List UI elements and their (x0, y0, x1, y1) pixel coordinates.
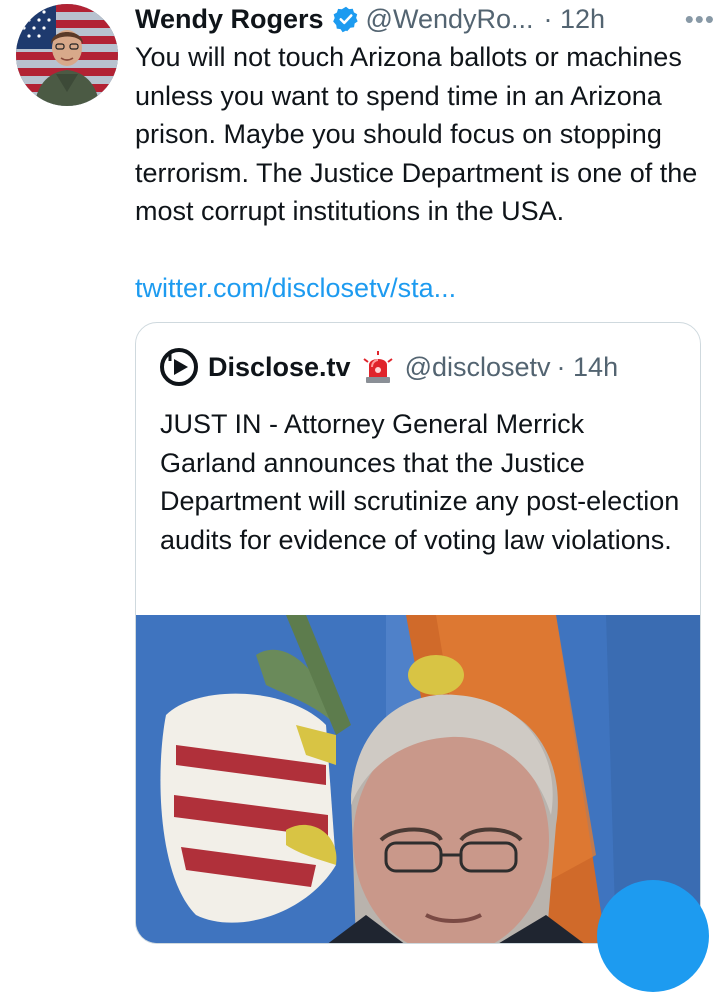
author-avatar[interactable] (16, 4, 118, 106)
disclose-logo-icon (160, 348, 198, 386)
author-name[interactable]: Wendy Rogers (135, 4, 324, 35)
tweet-timestamp[interactable]: · 12h (544, 4, 606, 35)
verified-badge-icon (332, 5, 360, 33)
author-handle[interactable]: @WendyRo... (366, 4, 534, 35)
quoted-tweet-card[interactable]: Disclose.tv @disclosetv · 14h JUST IN - … (135, 322, 701, 944)
avatar-image (16, 4, 118, 106)
quoted-author-name[interactable]: Disclose.tv (208, 352, 351, 383)
siren-emoji-icon (361, 350, 395, 384)
compose-tweet-button[interactable] (597, 880, 709, 992)
tweet-header: Wendy Rogers @WendyRo... · 12h ••• (135, 2, 715, 36)
quoted-author-handle[interactable]: @disclosetv (405, 352, 551, 383)
tweet-text: You will not touch Arizona ballots or ma… (135, 42, 698, 226)
quoted-tweet-text: JUST IN - Attorney General Merrick Garla… (160, 409, 680, 555)
quoted-tweet-header: Disclose.tv @disclosetv · 14h (160, 347, 618, 387)
tweet-link[interactable]: twitter.com/disclosetv/sta... (135, 269, 456, 307)
quoted-tweet-timestamp[interactable]: · 14h (557, 352, 619, 383)
more-options-icon[interactable]: ••• (685, 4, 715, 35)
